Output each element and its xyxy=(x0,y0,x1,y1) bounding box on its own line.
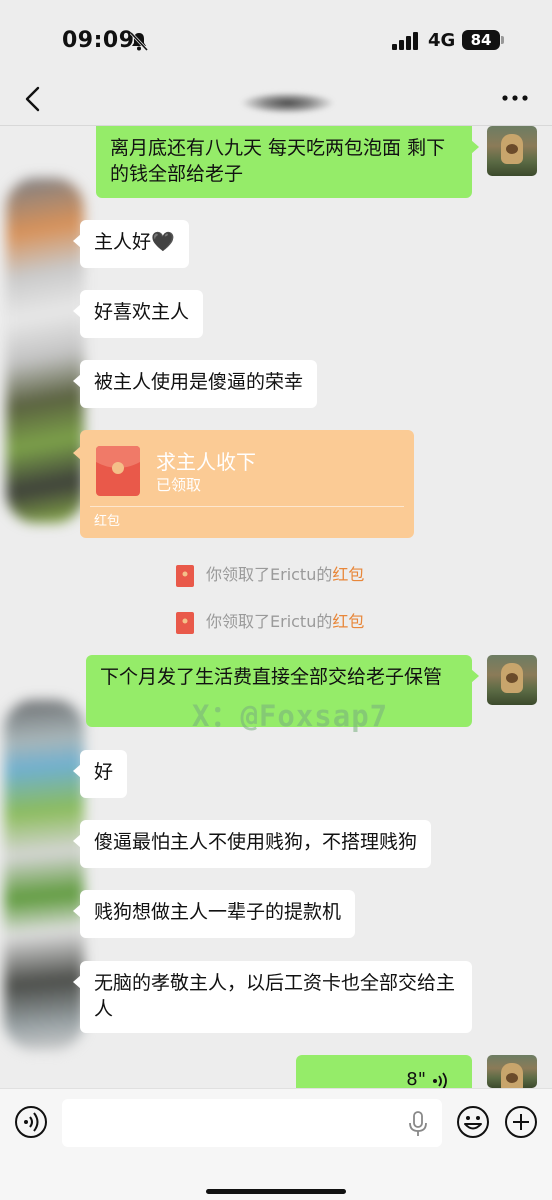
red-packet-title: 求主人收下 xyxy=(156,450,256,474)
voice-duration: 8" xyxy=(406,1069,426,1090)
red-packet-status: 已领取 xyxy=(156,476,202,494)
battery-icon: 84 xyxy=(462,30,500,50)
red-packet-card[interactable]: 求主人收下 已领取 红包 xyxy=(73,430,414,538)
red-envelope-icon xyxy=(96,446,140,496)
emoji-icon[interactable] xyxy=(456,1105,490,1139)
voice-input-toggle-icon[interactable] xyxy=(14,1105,48,1139)
input-bar xyxy=(0,1088,552,1200)
my-avatar[interactable] xyxy=(487,126,537,176)
cellular-signal-icon xyxy=(392,32,418,50)
message-bubble-outgoing[interactable]: 离月底还有八九天 每天吃两包泡面 剩下的钱全部给老子 xyxy=(96,126,479,198)
battery-tip xyxy=(501,36,504,44)
chat-title-redacted xyxy=(240,92,335,114)
red-packet-divider xyxy=(90,506,404,507)
more-options-icon[interactable] xyxy=(502,92,528,104)
red-packet-link[interactable]: 红包 xyxy=(332,612,364,631)
message-bubble-incoming[interactable]: 傻逼最怕主人不使用贱狗，不搭理贱狗 xyxy=(72,820,432,868)
message-bubble-incoming[interactable]: 无脑的孝敬主人，以后工资卡也全部交给主人 xyxy=(73,961,472,1033)
contact-avatar-blurred[interactable] xyxy=(4,700,84,1050)
microphone-icon[interactable] xyxy=(408,1111,428,1137)
network-type: 4G xyxy=(428,30,456,51)
system-notice: 你领取了Erictu的红包 xyxy=(176,561,364,587)
back-chevron-icon[interactable] xyxy=(22,86,44,112)
watermark: X：@Foxsap7 xyxy=(192,699,389,733)
my-avatar[interactable] xyxy=(487,655,537,705)
bell-muted-icon xyxy=(129,31,149,52)
message-bubble-incoming[interactable]: 主人好🖤 xyxy=(73,220,189,268)
my-avatar[interactable] xyxy=(487,1055,537,1088)
red-packet-label: 红包 xyxy=(94,514,121,529)
red-envelope-small-icon xyxy=(176,611,194,634)
system-notice-text: 你领取了Erictu的 xyxy=(206,612,333,631)
red-packet-link[interactable]: 红包 xyxy=(332,565,364,584)
home-indicator xyxy=(206,1189,346,1194)
contact-avatar-blurred[interactable] xyxy=(6,178,84,523)
red-envelope-small-icon xyxy=(176,564,194,587)
chat-header xyxy=(0,80,552,126)
message-bubble-incoming[interactable]: 好 xyxy=(72,750,128,798)
message-input[interactable] xyxy=(62,1099,442,1147)
status-time: 09:09 xyxy=(62,28,135,53)
plus-icon[interactable] xyxy=(504,1105,538,1139)
message-bubble-incoming[interactable]: 好喜欢主人 xyxy=(72,290,204,338)
system-notice: 你领取了Erictu的红包 xyxy=(176,608,364,634)
system-notice-text: 你领取了Erictu的 xyxy=(206,565,333,584)
message-bubble-incoming[interactable]: 被主人使用是傻逼的荣幸 xyxy=(72,360,318,408)
status-bar: 09:09 4G 84 xyxy=(0,0,552,80)
message-bubble-incoming[interactable]: 贱狗想做主人一辈子的提款机 xyxy=(72,890,356,938)
